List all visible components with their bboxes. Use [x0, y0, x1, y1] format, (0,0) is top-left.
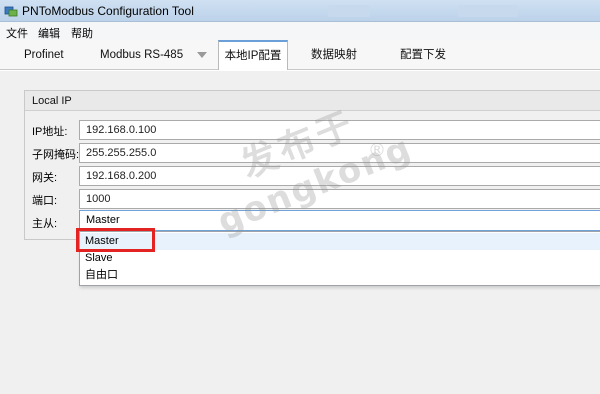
tab-profinet[interactable]: Profinet	[24, 40, 64, 70]
role-option-free-port[interactable]: 自由口	[80, 267, 600, 284]
subnet-mask-label: 子网掩码:	[32, 149, 80, 161]
role-option-master[interactable]: Master	[80, 233, 600, 250]
subnet-mask-input[interactable]: 255.255.255.0	[79, 143, 600, 163]
gateway-input[interactable]: 192.168.0.200	[79, 166, 600, 186]
window-title: PNToModbus Configuration Tool	[22, 4, 194, 18]
tab-modbus-rs485[interactable]: Modbus RS-485	[100, 40, 183, 70]
group-header: Local IP	[25, 91, 600, 111]
app-icon	[4, 6, 18, 17]
menu-bar: 文件 编辑 帮助	[0, 22, 600, 40]
title-bar: PNToModbus Configuration Tool	[0, 0, 600, 22]
role-label: 主从:	[32, 218, 58, 230]
annotation-highlight-box	[76, 228, 155, 252]
role-select[interactable]: Master	[79, 210, 600, 231]
port-input[interactable]: 1000	[79, 189, 600, 209]
tab-overflow-arrow-icon[interactable]	[197, 52, 207, 58]
menu-help[interactable]: 帮助	[71, 25, 93, 41]
ip-address-input[interactable]: 192.168.0.100	[79, 120, 600, 140]
ip-address-label: IP地址:	[32, 126, 68, 138]
role-option-slave[interactable]: Slave	[80, 250, 600, 267]
tab-data-mapping[interactable]: 数据映射	[311, 40, 357, 70]
port-label: 端口:	[32, 195, 58, 207]
background-window-ghost	[328, 5, 370, 17]
tab-local-ip-config[interactable]: 本地IP配置	[218, 40, 288, 71]
background-window-ghost	[458, 5, 518, 17]
tab-bar: Profinet Modbus RS-485 本地IP配置 数据映射 配置下发	[0, 40, 600, 71]
role-dropdown-list: Master Slave 自由口	[79, 231, 600, 286]
gateway-label: 网关:	[32, 172, 58, 184]
tab-config-download[interactable]: 配置下发	[400, 40, 446, 70]
group-title: Local IP	[32, 95, 72, 107]
menu-file[interactable]: 文件	[6, 25, 28, 41]
menu-edit[interactable]: 编辑	[38, 25, 60, 41]
